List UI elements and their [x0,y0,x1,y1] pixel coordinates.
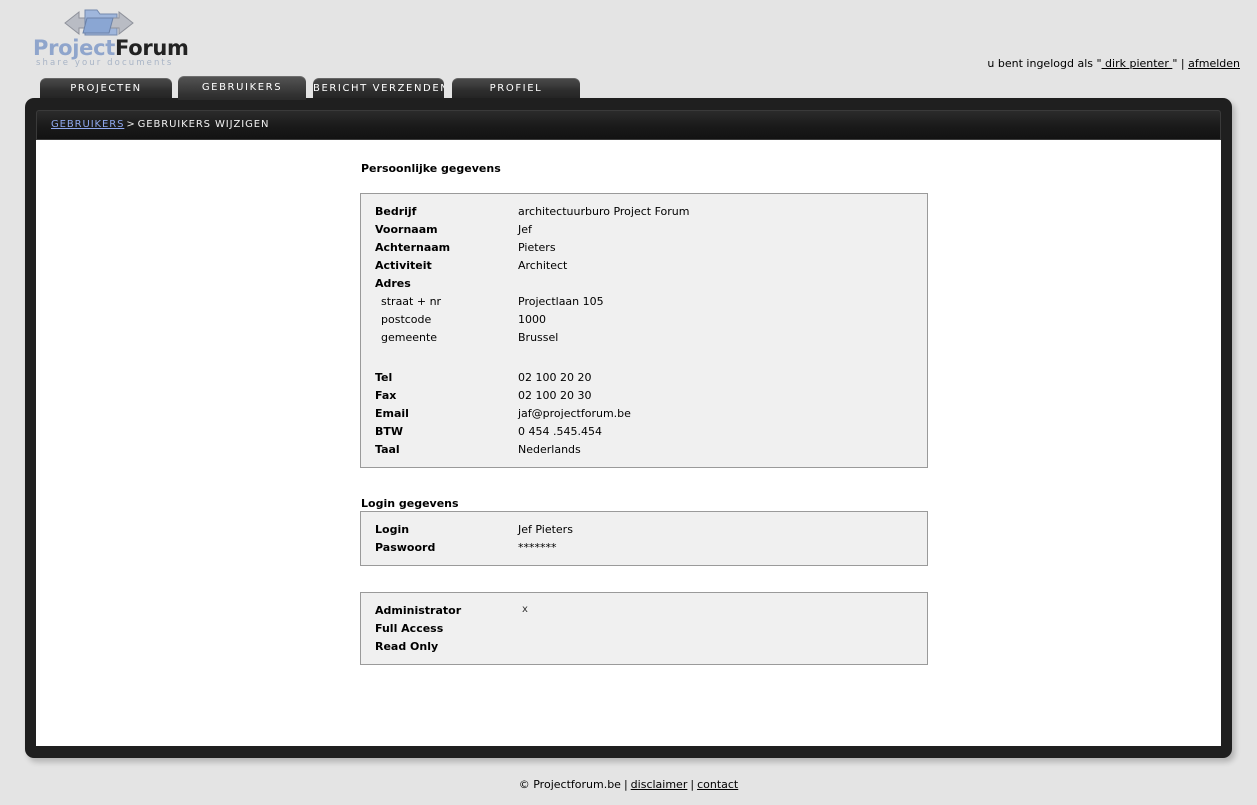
logo-word-project: Project [33,36,116,60]
row-value: ******* [518,541,557,554]
row-value: x [522,604,528,615]
row-value: architectuurburo Project Forum [518,205,690,218]
login-section-title: Login gegevens [361,497,459,510]
row-label: Voornaam [375,223,438,236]
breadcrumb: GEBRUIKERS > GEBRUIKERS WIJZIGEN [51,119,269,130]
row-value: Nederlands [518,443,581,456]
footer-disclaimer-link[interactable]: disclaimer [631,778,688,791]
row-label: Bedrijf [375,205,417,218]
access-rights-panel: Administrator x Full Access Read Only [360,592,928,665]
page-footer: © Projectforum.be | disclaimer | contact [0,778,1257,791]
row-label: Full Access [375,622,444,635]
logo-wordmark: ProjectForum [33,36,189,60]
row-label: Login [375,523,410,536]
page-content: Persoonlijke gegevens Bedrijf architectuu… [36,140,1221,746]
site-logo[interactable]: ProjectForum share your documents [33,4,189,70]
breadcrumb-bar: GEBRUIKERS > GEBRUIKERS WIJZIGEN [36,110,1221,140]
row-value: 02 100 20 20 [518,371,592,384]
row-label: Fax [375,389,397,402]
logo-word-forum: Forum [115,36,189,60]
row-label: straat + nr [381,295,442,308]
logo-tagline: share your documents [36,58,174,68]
row-value: Brussel [518,331,559,344]
tab-profiel[interactable]: PROFIEL [452,78,580,98]
breadcrumb-current: GEBRUIKERS WIJZIGEN [137,119,270,130]
breadcrumb-link-gebruikers[interactable]: GEBRUIKERS [51,119,124,130]
row-label: gemeente [381,331,438,344]
personal-section-title: Persoonlijke gegevens [361,162,501,175]
personal-details-panel: Bedrijf architectuurburo Project Forum Voo… [360,193,928,468]
row-label: Read Only [375,640,439,653]
footer-contact-link[interactable]: contact [697,778,738,791]
login-status: u bent ingelogd als " dirk pienter " | a… [987,57,1240,70]
footer-separator-1: | [623,778,628,791]
row-label: Achternaam [375,241,451,254]
row-value: jaf@projectforum.be [518,407,631,420]
logout-link[interactable]: afmelden [1188,57,1240,70]
tab-projecten[interactable]: PROJECTEN [40,78,172,98]
row-value: Projectlaan 105 [518,295,604,308]
page-header: ProjectForum share your documents u bent… [0,0,1257,76]
tab-bericht-verzenden[interactable]: BERICHT VERZENDEN [313,78,444,98]
row-label: Activiteit [375,259,432,272]
row-value: 02 100 20 30 [518,389,592,402]
footer-separator-2: | [690,778,695,791]
tab-gebruikers[interactable]: GEBRUIKERS [178,76,306,100]
login-status-suffix: " [1172,57,1178,70]
row-label: Paswoord [375,541,436,554]
row-label: postcode [381,313,432,326]
row-value: 0 454 .545.454 [518,425,602,438]
login-details-panel: Login Jef Pieters Paswoord ******* [360,511,928,566]
login-status-separator: | [1180,57,1185,70]
row-label: Administrator [375,604,462,617]
footer-copyright: © Projectforum.be [518,778,621,791]
login-status-prefix: u bent ingelogd als " [987,57,1102,70]
row-value: Pieters [518,241,556,254]
row-value: Jef Pieters [518,523,573,536]
row-label: BTW [375,425,404,438]
app-frame: GEBRUIKERS > GEBRUIKERS WIJZIGEN Persoonli… [25,98,1232,758]
row-label: Adres [375,277,411,290]
row-label: Taal [375,443,400,456]
row-label: Email [375,407,409,420]
row-label: Tel [375,371,393,384]
row-value: 1000 [518,313,546,326]
breadcrumb-separator: > [126,119,136,130]
row-value: Architect [518,259,568,272]
logged-in-username-link[interactable]: dirk pienter [1102,57,1173,70]
row-value: Jef [518,223,532,236]
